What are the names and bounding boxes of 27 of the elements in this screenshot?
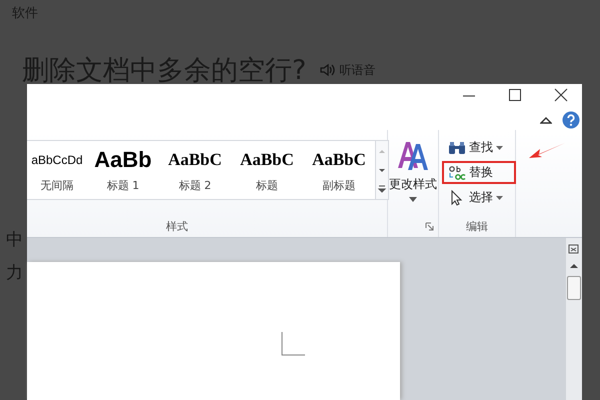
letters-icon <box>396 140 430 172</box>
style-option[interactable]: AaBbC 标题 <box>231 141 303 199</box>
help-icon[interactable] <box>562 111 580 129</box>
caret-icon <box>496 146 503 150</box>
scroll-thumb[interactable] <box>567 276 581 300</box>
speaker-icon <box>320 63 336 77</box>
style-option[interactable]: AaBb 标题 1 <box>87 141 159 199</box>
style-option[interactable]: AaBbC 副标题 <box>303 141 375 199</box>
collapse-ribbon-icon[interactable] <box>540 115 552 125</box>
select-button[interactable]: 选择 <box>442 186 509 209</box>
change-styles-button[interactable]: 更改样式 <box>388 130 438 202</box>
find-button[interactable]: 查找 <box>442 136 509 159</box>
close-icon[interactable] <box>554 88 568 102</box>
replace-icon <box>448 164 466 180</box>
binoculars-icon <box>448 140 466 154</box>
ruler-icon[interactable] <box>567 242 581 256</box>
group-label: 样式 <box>165 219 189 234</box>
group-label: 编辑 <box>465 219 489 234</box>
caret-icon <box>409 197 417 202</box>
caret-icon <box>496 196 503 200</box>
margin-corner-mark <box>281 332 305 356</box>
replace-button[interactable]: 替换 <box>442 161 516 184</box>
vertical-scrollbar[interactable] <box>566 238 582 400</box>
style-option[interactable]: AaBbC 标题 2 <box>159 141 231 199</box>
maximize-icon[interactable] <box>508 88 522 102</box>
style-option[interactable]: aBbCcDd 无间隔 <box>27 141 87 199</box>
dialog-launcher-icon[interactable] <box>425 222 434 231</box>
